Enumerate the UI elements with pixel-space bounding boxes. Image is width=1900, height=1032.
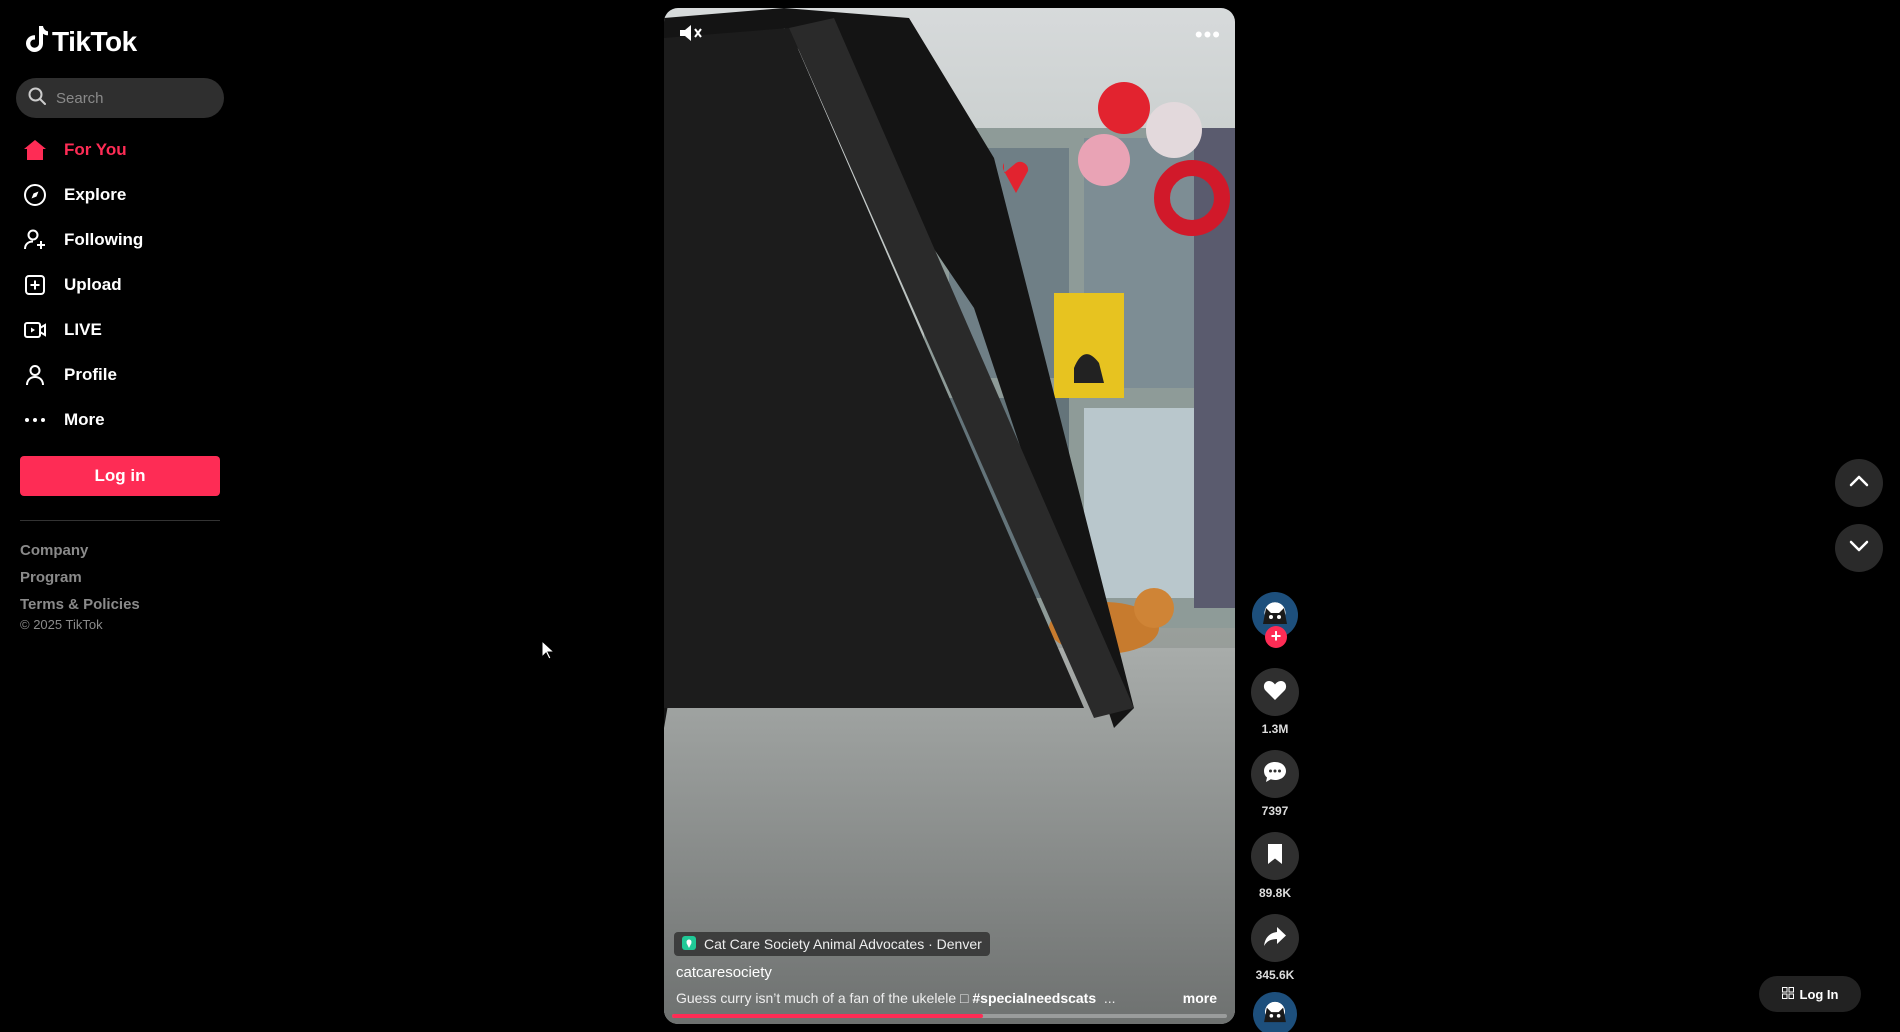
bookmark-icon bbox=[1266, 843, 1284, 870]
nav-item-following[interactable]: Following bbox=[16, 217, 226, 262]
upload-icon bbox=[22, 272, 48, 298]
search-bar[interactable] bbox=[16, 78, 224, 118]
caption-hashtag[interactable]: #specialneedscats bbox=[972, 990, 1096, 1006]
profile-icon bbox=[22, 362, 48, 388]
nav-label-profile: Profile bbox=[64, 364, 117, 384]
location-tag[interactable]: Cat Care Society Animal Advocates · Denv… bbox=[674, 932, 990, 956]
login-button[interactable]: Log in bbox=[20, 456, 220, 496]
previous-video-button[interactable] bbox=[1835, 459, 1883, 507]
caption-ellipsis: ... bbox=[1103, 990, 1116, 1006]
logo-text: TikTok bbox=[52, 25, 137, 57]
nav-label-live: LIVE bbox=[64, 319, 102, 339]
tiktok-logo[interactable]: TikTok bbox=[22, 24, 137, 59]
follow-plus-icon[interactable]: + bbox=[1265, 626, 1287, 648]
nav-item-profile[interactable]: Profile bbox=[16, 352, 226, 397]
live-icon bbox=[22, 317, 48, 343]
nav-item-more[interactable]: More bbox=[16, 397, 226, 442]
location-pin-icon bbox=[682, 935, 696, 953]
like-count: 1.3M bbox=[1261, 722, 1289, 736]
video-progress-fill bbox=[672, 1014, 983, 1018]
nav-item-upload[interactable]: Upload bbox=[16, 262, 226, 307]
nav-item-explore[interactable]: Explore bbox=[16, 172, 226, 217]
main-nav: For You Explore Following Upload LIVE Pr… bbox=[16, 127, 226, 442]
next-video-button[interactable] bbox=[1835, 524, 1883, 572]
nav-label-explore: Explore bbox=[64, 184, 127, 204]
save-button[interactable] bbox=[1251, 832, 1299, 880]
caption-text: Guess curry isn’t much of a fan of the u… bbox=[676, 990, 973, 1006]
chevron-up-icon bbox=[1849, 474, 1869, 492]
share-count: 345.6K bbox=[1255, 968, 1295, 982]
more-icon bbox=[22, 407, 48, 433]
like-button[interactable] bbox=[1251, 668, 1299, 716]
video-username[interactable]: catcaresociety bbox=[676, 964, 772, 981]
caption-more-button[interactable]: more bbox=[1183, 990, 1217, 1006]
search-input[interactable] bbox=[56, 89, 206, 107]
comment-icon bbox=[1263, 761, 1287, 788]
action-bar: + 1.3M 7397 89.8K 345.6K bbox=[1251, 592, 1299, 1032]
nav-label-following: Following bbox=[64, 229, 144, 249]
footer-links: Company Program Terms & Policies bbox=[20, 537, 140, 618]
tiktok-note-icon bbox=[22, 24, 48, 59]
muted-speaker-icon[interactable] bbox=[678, 22, 704, 49]
nav-label-upload: Upload bbox=[64, 274, 122, 294]
sidebar: TikTok For You Explore Following bbox=[0, 0, 240, 1032]
video-player[interactable]: ••• Cat Care Society Animal Advocates · … bbox=[664, 8, 1235, 1024]
save-count: 89.8K bbox=[1258, 886, 1292, 900]
compass-icon bbox=[22, 182, 48, 208]
location-text: Cat Care Society Animal Advocates · Denv… bbox=[704, 936, 982, 952]
comment-count: 7397 bbox=[1261, 804, 1289, 818]
video-caption: Guess curry isn’t much of a fan of the u… bbox=[676, 990, 1216, 1006]
heart-icon bbox=[1263, 679, 1287, 706]
nav-item-live[interactable]: LIVE bbox=[16, 307, 226, 352]
copyright: © 2025 TikTok bbox=[20, 617, 103, 632]
sidebar-divider bbox=[20, 520, 220, 521]
following-icon bbox=[22, 227, 48, 253]
chevron-down-icon bbox=[1849, 539, 1869, 557]
search-icon bbox=[28, 87, 46, 110]
comment-button[interactable] bbox=[1251, 750, 1299, 798]
nav-label-for-you: For You bbox=[64, 139, 127, 159]
nav-item-for-you[interactable]: For You bbox=[16, 127, 226, 172]
music-disc-avatar[interactable] bbox=[1253, 992, 1297, 1032]
nav-label-more: More bbox=[64, 409, 105, 429]
video-progress-bar[interactable] bbox=[672, 1014, 1227, 1018]
bottom-login-button[interactable]: Log In bbox=[1759, 976, 1861, 1012]
grid-icon bbox=[1781, 986, 1794, 1002]
home-icon bbox=[22, 137, 48, 163]
video-options-icon[interactable]: ••• bbox=[1195, 22, 1221, 48]
footer-link-company[interactable]: Company bbox=[20, 537, 140, 564]
footer-link-terms[interactable]: Terms & Policies bbox=[20, 591, 140, 618]
mouse-cursor-icon bbox=[541, 639, 557, 665]
share-arrow-icon bbox=[1263, 925, 1287, 952]
bottom-login-label: Log In bbox=[1799, 986, 1839, 1002]
creator-avatar[interactable]: + bbox=[1252, 592, 1298, 648]
footer-link-program[interactable]: Program bbox=[20, 564, 140, 591]
video-frame bbox=[664, 8, 1235, 1024]
share-button[interactable] bbox=[1251, 914, 1299, 962]
